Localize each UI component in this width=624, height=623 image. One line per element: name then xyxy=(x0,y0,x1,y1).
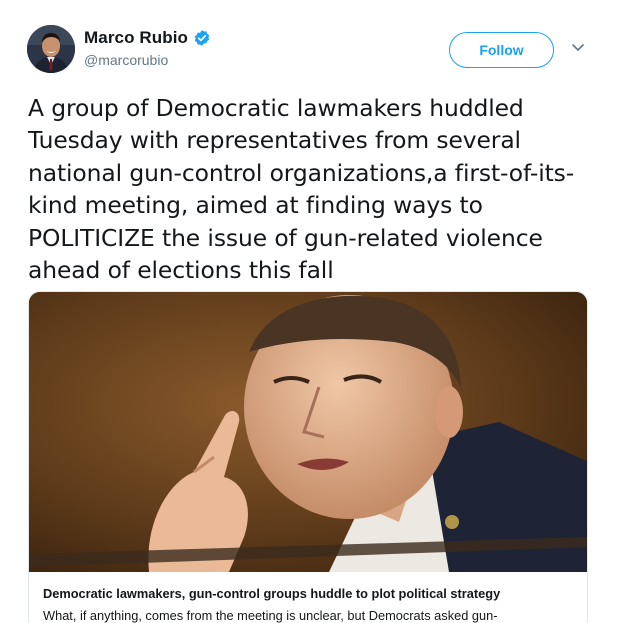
card-image[interactable] xyxy=(29,292,587,572)
tweet-text: A group of Democratic lawmakers huddled … xyxy=(28,94,575,285)
author-info[interactable]: Marco Rubio @marcorubio xyxy=(84,28,211,68)
card-description: What, if anything, comes from the meetin… xyxy=(43,608,498,623)
card-title[interactable]: Democratic lawmakers, gun-control groups… xyxy=(43,586,500,601)
avatar[interactable] xyxy=(27,25,75,73)
display-name[interactable]: Marco Rubio xyxy=(84,28,188,48)
verified-badge-icon xyxy=(193,29,211,47)
follow-button[interactable]: Follow xyxy=(449,32,554,68)
tweet-header: Marco Rubio @marcorubio Follow xyxy=(27,25,597,77)
handle[interactable]: @marcorubio xyxy=(84,52,211,68)
link-card[interactable]: Democratic lawmakers, gun-control groups… xyxy=(28,291,588,623)
chevron-down-icon[interactable] xyxy=(570,39,586,55)
